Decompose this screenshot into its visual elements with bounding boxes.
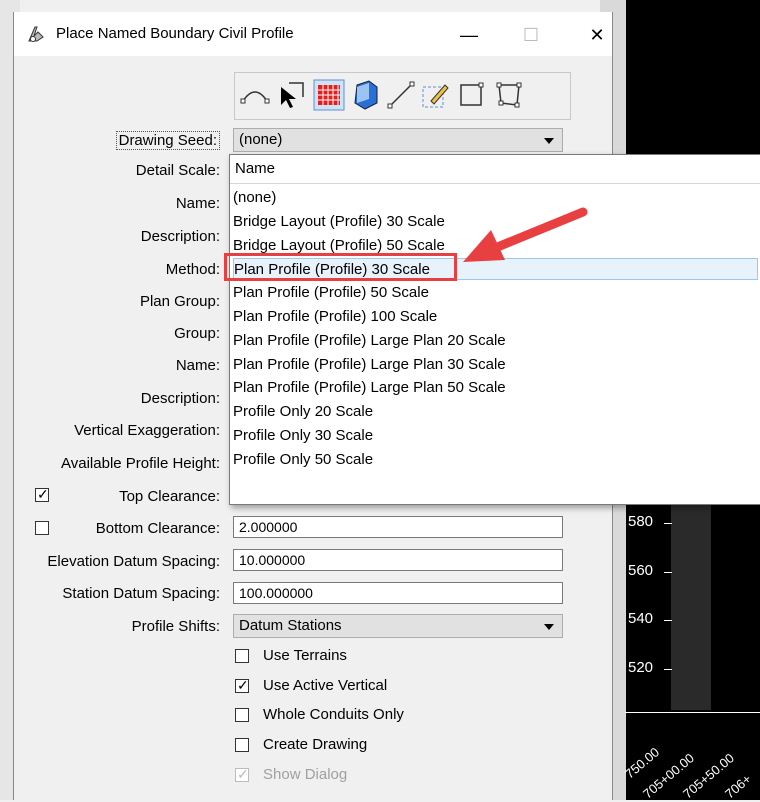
- station-datum-spacing-field[interactable]: 100.000000: [233, 582, 563, 604]
- x-axis-line: [625, 712, 760, 713]
- whole-conduits-only-label: Whole Conduits Only: [263, 706, 404, 723]
- method-label: Method:: [165, 261, 220, 278]
- available-profile-height-label: Available Profile Height:: [61, 455, 220, 472]
- description-label: Description:: [140, 228, 220, 245]
- y-axis-tick: [664, 669, 672, 670]
- profile-view-band: [671, 500, 711, 710]
- name-label-2: Name:: [175, 357, 220, 374]
- show-dialog-checkbox[interactable]: [235, 766, 249, 783]
- list-item[interactable]: Profile Only 30 Scale: [233, 425, 758, 447]
- description-label-2: Description:: [140, 390, 220, 407]
- plan-group-label: Plan Group:: [139, 293, 220, 310]
- 3d-cube-icon[interactable]: [349, 79, 381, 111]
- drawing-seed-dropdown[interactable]: (none): [233, 128, 563, 152]
- list-item[interactable]: Profile Only 20 Scale: [233, 401, 758, 423]
- annotation-arrow-icon: [463, 207, 588, 262]
- list-item[interactable]: Plan Profile (Profile) Large Plan 50 Sca…: [233, 377, 758, 399]
- chevron-down-icon: [544, 624, 554, 630]
- show-dialog-label: Show Dialog: [263, 766, 348, 783]
- bottom-clearance-field[interactable]: 2.000000: [233, 516, 563, 538]
- elevation-datum-spacing-field[interactable]: 10.000000: [233, 549, 563, 571]
- line-icon[interactable]: [385, 79, 417, 111]
- list-item[interactable]: Profile Only 50 Scale: [233, 449, 758, 471]
- bottom-clearance-label: Bottom Clearance:: [95, 520, 220, 537]
- y-axis-tick: [664, 572, 672, 573]
- y-axis-label: 580: [628, 513, 654, 530]
- profile-shifts-dropdown[interactable]: Datum Stations: [233, 614, 563, 638]
- select-pointer-icon[interactable]: [275, 79, 307, 111]
- profile-shifts-label: Profile Shifts:: [131, 618, 220, 635]
- use-active-vertical-label: Use Active Vertical: [263, 677, 388, 694]
- detail-scale-label: Detail Scale:: [135, 162, 220, 179]
- minimize-button[interactable]: —: [446, 20, 492, 50]
- y-axis-label: 560: [628, 562, 654, 579]
- profile-shifts-value: Datum Stations: [239, 617, 342, 634]
- annotation-highlight-box: [224, 253, 457, 281]
- y-axis-label: 520: [628, 659, 654, 676]
- maximize-button[interactable]: ☐: [508, 20, 554, 50]
- bottom-clearance-checkbox[interactable]: [35, 521, 49, 535]
- use-terrains-label: Use Terrains: [263, 647, 347, 664]
- elevation-datum-spacing-label: Elevation Datum Spacing:: [47, 553, 220, 570]
- name-label: Name:: [175, 195, 220, 212]
- method-toolbar: [234, 72, 571, 120]
- list-item[interactable]: Plan Profile (Profile) 100 Scale: [233, 306, 758, 328]
- polygon-icon[interactable]: [493, 79, 525, 111]
- use-terrains-checkbox[interactable]: [235, 649, 249, 663]
- title-bar[interactable]: Place Named Boundary Civil Profile — ☐ ✕: [14, 12, 612, 56]
- list-item[interactable]: Plan Profile (Profile) 50 Scale: [233, 282, 758, 304]
- create-drawing-label: Create Drawing: [263, 736, 368, 753]
- civil-profile-app-icon: [28, 26, 44, 42]
- dialog-title: Place Named Boundary Civil Profile: [56, 25, 294, 42]
- edit-boundary-icon[interactable]: [419, 79, 451, 111]
- top-clearance-checkbox[interactable]: [35, 486, 49, 503]
- create-drawing-checkbox[interactable]: [235, 738, 249, 752]
- whole-conduits-only-checkbox[interactable]: [235, 708, 249, 722]
- list-item[interactable]: Plan Profile (Profile) Large Plan 30 Sca…: [233, 354, 758, 376]
- drawing-seed-value: (none): [239, 131, 283, 148]
- y-axis-tick: [664, 523, 672, 524]
- list-item[interactable]: Plan Profile (Profile) Large Plan 20 Sca…: [233, 330, 758, 352]
- group-label: Group:: [174, 325, 220, 342]
- name-column-header: Name: [235, 160, 276, 177]
- y-axis-tick: [664, 620, 672, 621]
- top-clearance-label: Top Clearance:: [119, 488, 220, 505]
- close-button[interactable]: ✕: [574, 20, 620, 50]
- grid-icon[interactable]: [313, 79, 345, 111]
- chevron-down-icon: [544, 138, 554, 144]
- curve-boundary-icon[interactable]: [239, 79, 271, 111]
- rectangle-icon[interactable]: [455, 79, 487, 111]
- use-active-vertical-checkbox[interactable]: [235, 677, 249, 694]
- drawing-seed-label: Drawing Seed:: [115, 131, 220, 150]
- station-datum-spacing-label: Station Datum Spacing:: [62, 585, 220, 602]
- list-header[interactable]: Name: [230, 155, 760, 184]
- vertical-exaggeration-label: Vertical Exaggeration:: [74, 422, 220, 439]
- y-axis-label: 540: [628, 610, 654, 627]
